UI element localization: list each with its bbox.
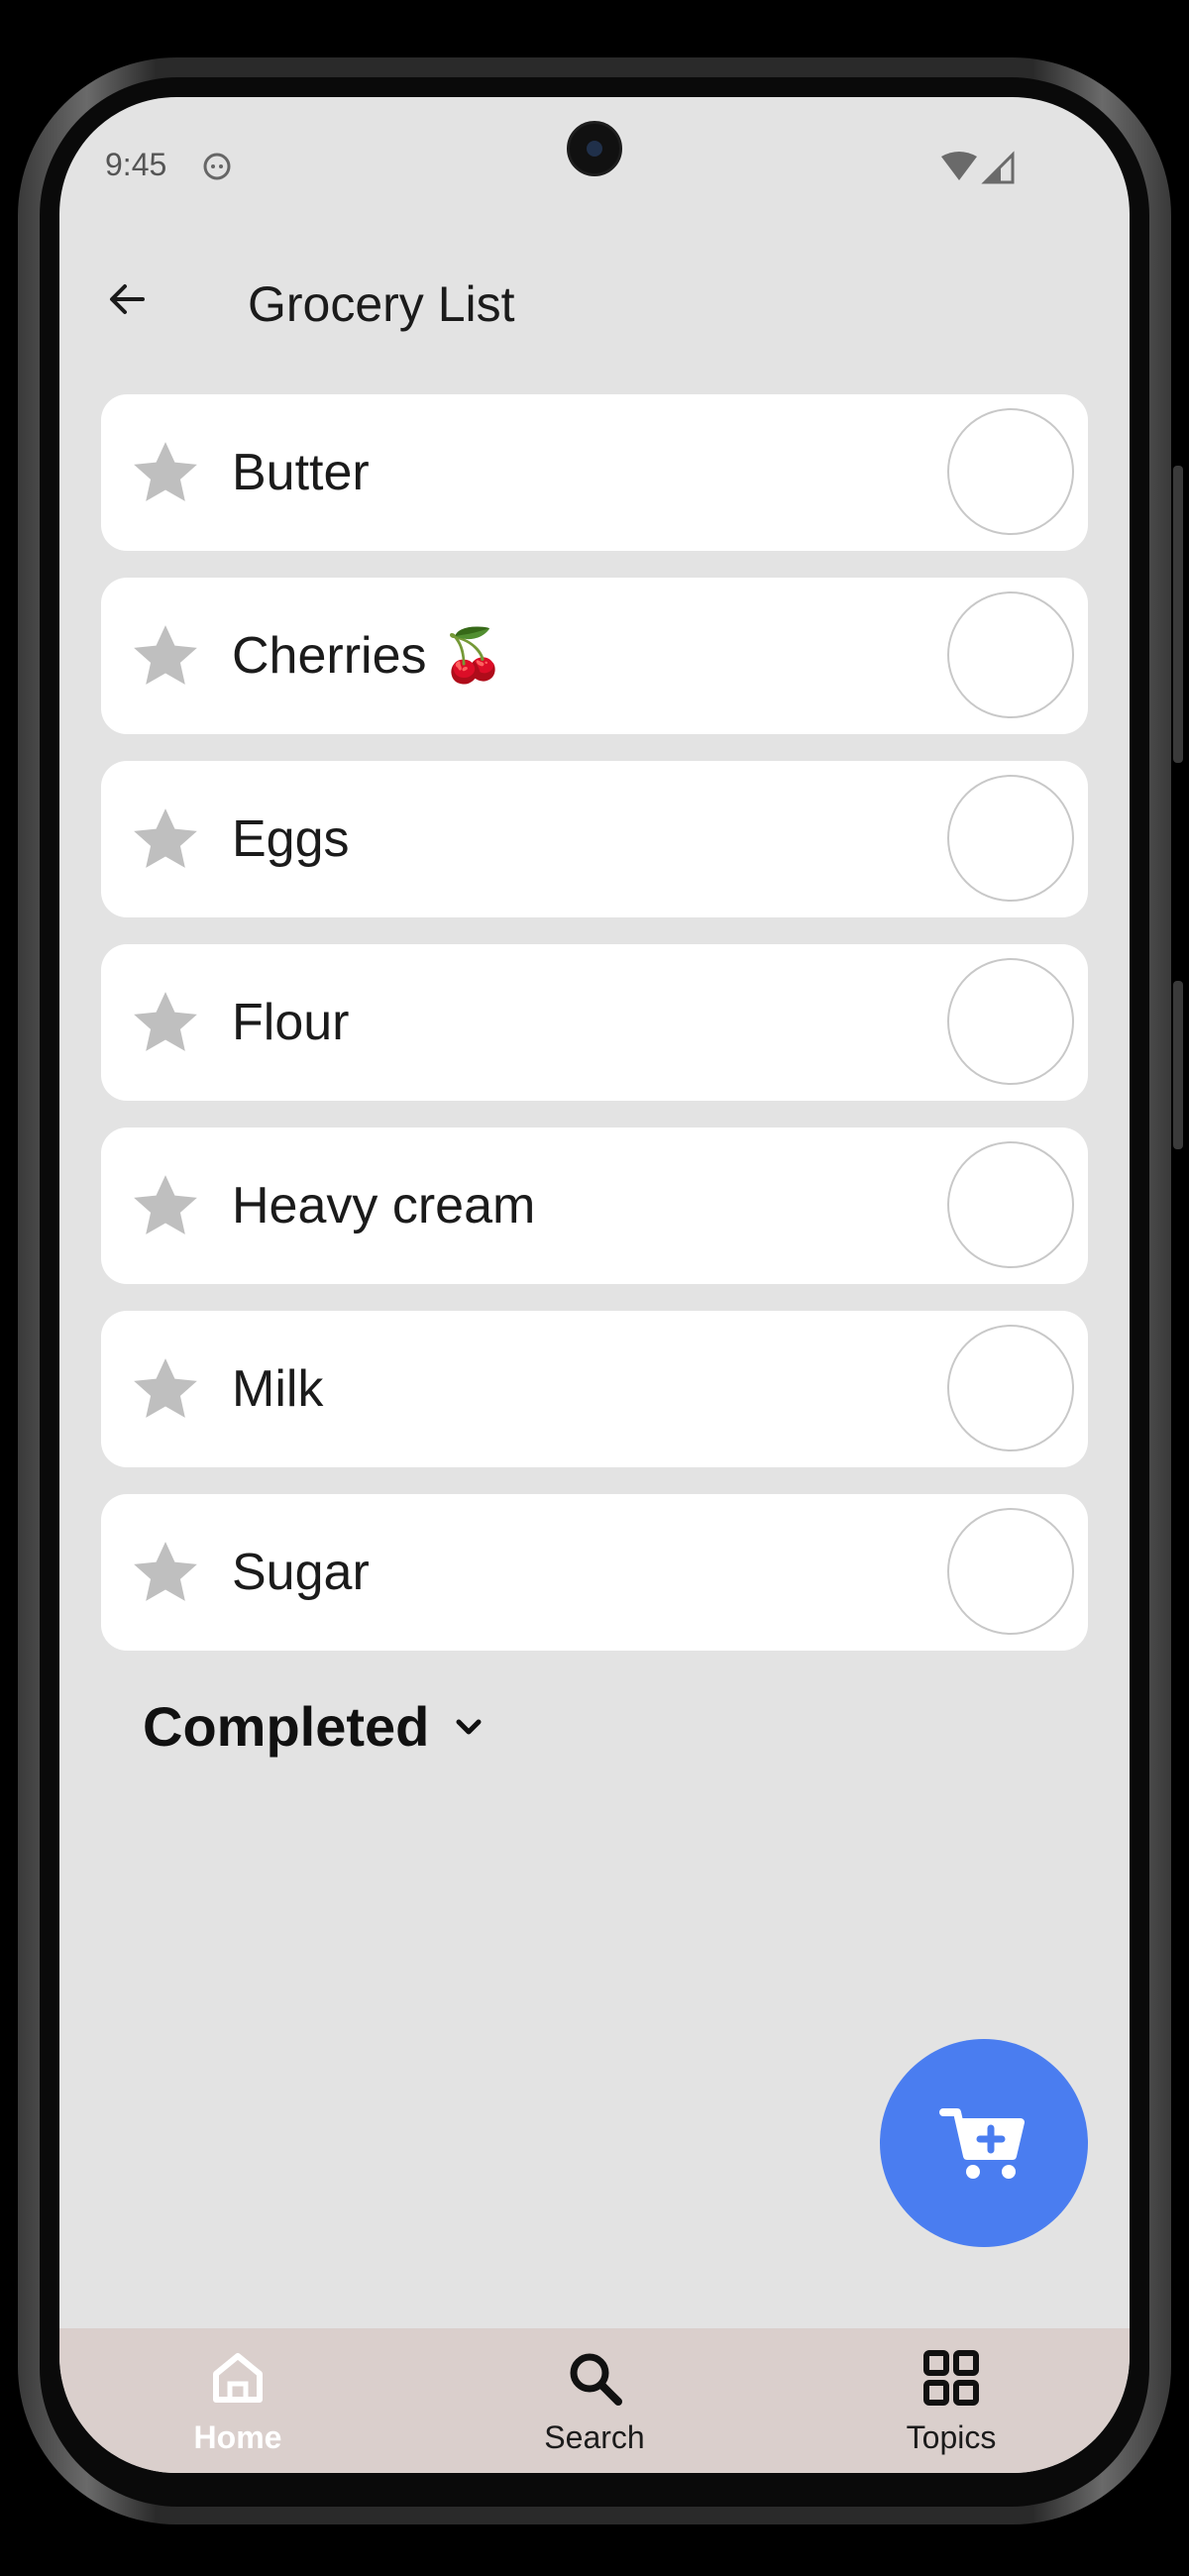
nav-item-home[interactable]: Home — [59, 2328, 416, 2473]
complete-checkbox[interactable] — [947, 408, 1074, 535]
list-item[interactable]: Eggs — [101, 761, 1088, 917]
star-icon[interactable] — [127, 1167, 204, 1244]
nav-label-topics: Topics — [906, 2419, 997, 2455]
star-icon[interactable] — [127, 984, 204, 1061]
chevron-down-icon — [456, 1719, 482, 1734]
star-icon[interactable] — [127, 1534, 204, 1611]
back-button[interactable] — [99, 271, 155, 327]
completed-label: Completed — [143, 1695, 430, 1758]
list-item[interactable]: Butter — [101, 394, 1088, 551]
search-icon — [570, 2353, 622, 2406]
complete-checkbox[interactable] — [947, 958, 1074, 1085]
star-icon[interactable] — [127, 434, 204, 511]
signal-wifi-icon — [941, 151, 1015, 184]
page-title: Grocery List — [248, 276, 515, 332]
list-item[interactable]: Heavy cream — [101, 1127, 1088, 1284]
complete-checkbox[interactable] — [947, 591, 1074, 718]
android-notification-icon — [203, 153, 231, 180]
star-icon[interactable] — [127, 1350, 204, 1428]
item-label: Butter — [232, 444, 370, 501]
grocery-list: Butter Cherries 🍒 Eggs Flour Heavy cream… — [101, 394, 1088, 1677]
complete-checkbox[interactable] — [947, 1508, 1074, 1635]
complete-checkbox[interactable] — [947, 1325, 1074, 1451]
nav-label-search: Search — [544, 2419, 645, 2455]
completed-section-toggle[interactable]: Completed — [143, 1694, 488, 1759]
item-label: Heavy cream — [232, 1177, 536, 1234]
bottom-navigation: Home Search Topics — [59, 2328, 1130, 2473]
nav-item-topics[interactable]: Topics — [773, 2328, 1130, 2473]
nav-item-search[interactable]: Search — [416, 2328, 773, 2473]
complete-checkbox[interactable] — [947, 775, 1074, 902]
list-item[interactable]: Sugar — [101, 1494, 1088, 1651]
app-screen: 9:45 Grocery List Butter Cherries 🍒 Eggs — [59, 97, 1130, 2473]
item-label: Milk — [232, 1360, 324, 1418]
item-label: Flour — [232, 994, 350, 1051]
star-icon[interactable] — [127, 801, 204, 878]
item-label: Eggs — [232, 810, 350, 868]
home-icon — [213, 2353, 263, 2403]
power-button — [1173, 981, 1183, 1149]
volume-button — [1173, 466, 1183, 763]
list-item[interactable]: Flour — [101, 944, 1088, 1101]
add-to-cart-fab[interactable] — [880, 2039, 1088, 2247]
nav-label-home: Home — [193, 2419, 282, 2455]
grid-icon — [923, 2350, 979, 2406]
status-time: 9:45 — [105, 147, 167, 182]
complete-checkbox[interactable] — [947, 1141, 1074, 1268]
front-camera — [567, 121, 622, 176]
item-label: Sugar — [232, 1544, 370, 1601]
arrow-left-icon — [110, 284, 145, 314]
star-icon[interactable] — [127, 617, 204, 695]
cart-plus-icon — [939, 2108, 1025, 2179]
item-label: Cherries 🍒 — [232, 627, 505, 685]
list-item[interactable]: Milk — [101, 1311, 1088, 1467]
list-item[interactable]: Cherries 🍒 — [101, 578, 1088, 734]
